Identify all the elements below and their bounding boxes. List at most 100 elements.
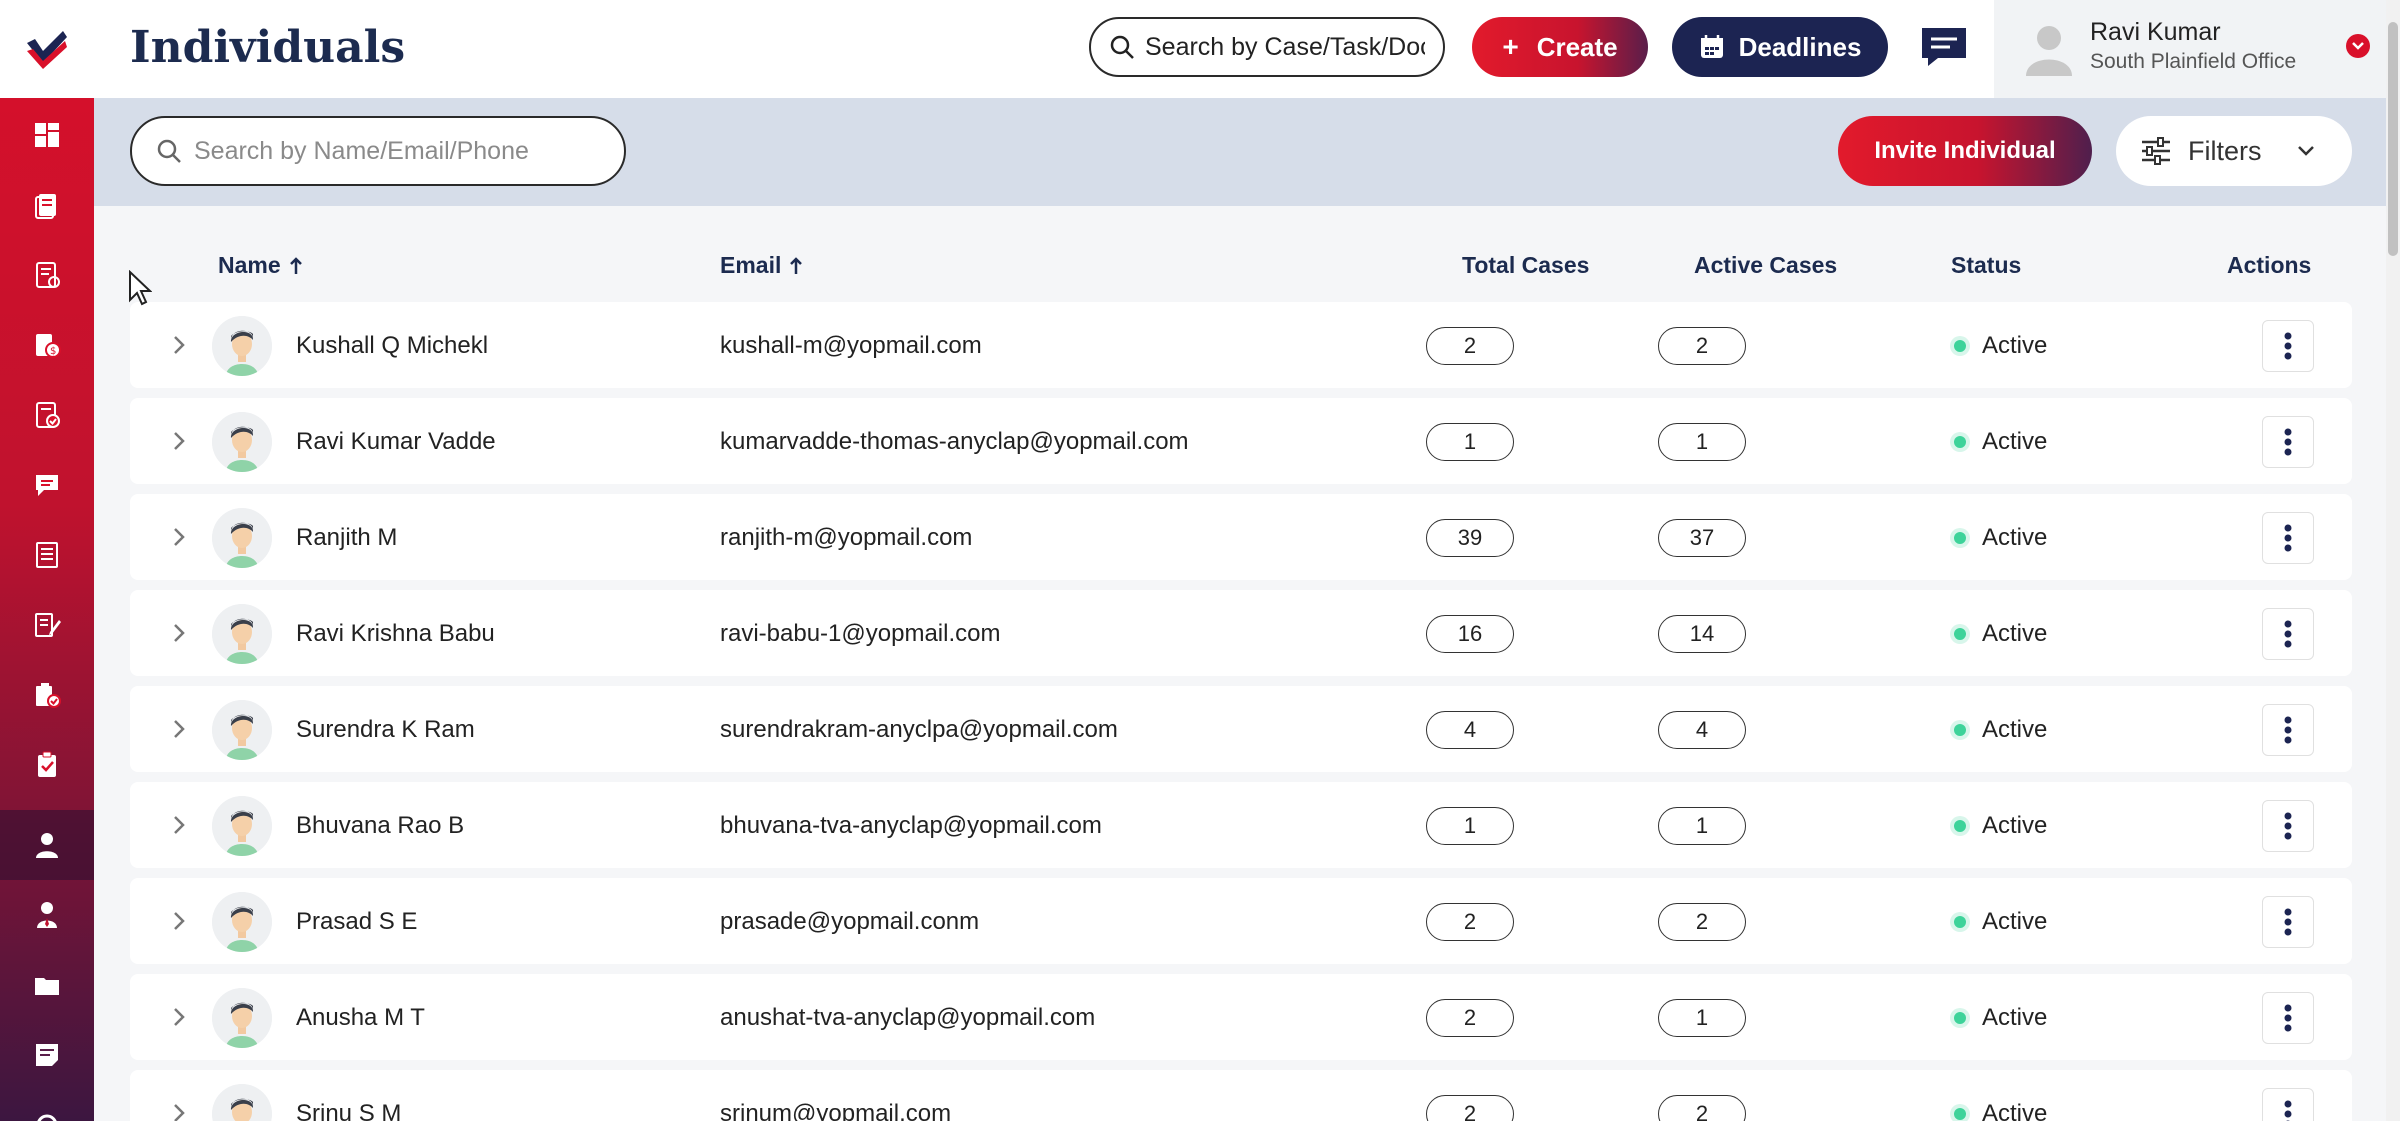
table-row[interactable]: Ravi Kumar Vadde kumarvadde-thomas-anycl… xyxy=(130,398,2352,484)
app-logo[interactable] xyxy=(0,0,94,98)
row-actions-button[interactable] xyxy=(2262,608,2314,660)
invite-individual-button[interactable]: Invite Individual xyxy=(1838,116,2092,186)
table-row[interactable]: Ranjith M ranjith-m@yopmail.com 39 37 Ac… xyxy=(130,494,2352,580)
column-header-name[interactable]: Name xyxy=(218,252,303,279)
sidebar-item-messages[interactable] xyxy=(0,450,94,520)
folder-icon xyxy=(35,978,59,995)
sidebar-item-tasks[interactable] xyxy=(0,730,94,800)
row-actions-button[interactable] xyxy=(2262,416,2314,468)
create-button[interactable]: + Create xyxy=(1472,17,1648,77)
chevron-right-icon[interactable] xyxy=(166,428,192,454)
ledger-icon xyxy=(36,542,58,568)
active-cases-badge: 14 xyxy=(1658,615,1746,653)
status-dot-icon xyxy=(1954,436,1966,448)
kebab-menu-icon xyxy=(2284,524,2292,552)
sidebar-item-ledger[interactable] xyxy=(0,520,94,590)
table-row[interactable]: Prasad S E prasade@yopmail.conm 2 2 Acti… xyxy=(130,878,2352,964)
status-dot-icon xyxy=(1954,916,1966,928)
status-label: Active xyxy=(1982,908,2048,935)
table-row[interactable]: Srinu S M srinum@yopmail.com 2 2 Active xyxy=(130,1070,2352,1121)
create-label: Create xyxy=(1536,31,1618,62)
sidebar-item-more[interactable] xyxy=(0,1090,94,1121)
table-row[interactable]: Surendra K Ram surendrakram-anyclpa@yopm… xyxy=(130,686,2352,772)
tasks-icon xyxy=(38,751,56,777)
chevron-right-icon[interactable] xyxy=(166,524,192,550)
chevron-right-icon[interactable] xyxy=(166,1004,192,1030)
status-label: Active xyxy=(1982,332,2048,359)
individual-name[interactable]: Bhuvana Rao B xyxy=(296,812,464,840)
status-dot-icon xyxy=(1954,628,1966,640)
sidebar-item-contacts[interactable] xyxy=(0,880,94,950)
chat-icon xyxy=(1922,28,1966,66)
filters-button[interactable]: Filters xyxy=(2116,116,2352,186)
status-label: Active xyxy=(1982,1100,2048,1121)
sidebar-item-dashboard[interactable] xyxy=(0,100,94,170)
sidebar-item-forms[interactable] xyxy=(0,590,94,660)
table-row[interactable]: Ravi Krishna Babu ravi-babu-1@yopmail.co… xyxy=(130,590,2352,676)
row-actions-button[interactable] xyxy=(2262,896,2314,948)
chevron-right-icon[interactable] xyxy=(166,908,192,934)
sidebar-item-individuals[interactable] xyxy=(0,810,94,880)
status-label: Active xyxy=(1982,620,2048,647)
row-actions-button[interactable] xyxy=(2262,800,2314,852)
person-avatar-icon xyxy=(212,988,272,1048)
individual-name[interactable]: Ranjith M xyxy=(296,524,397,552)
kebab-menu-icon xyxy=(2284,428,2292,456)
scrollbar-thumb[interactable] xyxy=(2388,22,2398,256)
individual-name[interactable]: Prasad S E xyxy=(296,908,417,936)
row-actions-button[interactable] xyxy=(2262,320,2314,372)
active-cases-badge: 4 xyxy=(1658,711,1746,749)
person-avatar-icon xyxy=(212,700,272,760)
table-row[interactable]: Kushall Q Michekl kushall-m@yopmail.com … xyxy=(130,302,2352,388)
deadlines-button[interactable]: Deadlines xyxy=(1672,17,1888,77)
user-menu[interactable]: Ravi Kumar South Plainfield Office xyxy=(1994,0,2390,98)
chevron-right-icon[interactable] xyxy=(166,332,192,358)
sidebar-item-approval[interactable] xyxy=(0,380,94,450)
individual-name[interactable]: Ravi Kumar Vadde xyxy=(296,428,496,456)
individual-name[interactable]: Kushall Q Michekl xyxy=(296,332,488,360)
table-row[interactable]: Bhuvana Rao B bhuvana-tva-anyclap@yopmai… xyxy=(130,782,2352,868)
chat-button[interactable] xyxy=(1914,22,1974,72)
individual-email: surendrakram-anyclpa@yopmail.com xyxy=(720,716,1118,743)
case-docs-icon xyxy=(36,683,61,708)
chevron-right-icon[interactable] xyxy=(166,620,192,646)
row-actions-button[interactable] xyxy=(2262,704,2314,756)
active-cases-badge: 1 xyxy=(1658,423,1746,461)
notes-icon xyxy=(36,1044,58,1066)
row-actions-button[interactable] xyxy=(2262,512,2314,564)
individual-name[interactable]: Anusha M T xyxy=(296,1004,425,1032)
active-cases-badge: 2 xyxy=(1658,903,1746,941)
chevron-right-icon[interactable] xyxy=(166,1100,192,1121)
dashboard-icon xyxy=(35,123,59,147)
row-actions-button[interactable] xyxy=(2262,1088,2314,1121)
person-avatar-icon xyxy=(212,892,272,952)
column-header-status: Status xyxy=(1951,252,2022,278)
sidebar-item-notes[interactable] xyxy=(0,1020,94,1090)
chevron-right-icon[interactable] xyxy=(166,716,192,742)
chevron-down-icon[interactable] xyxy=(2346,34,2370,58)
sidebar-item-documents[interactable] xyxy=(0,170,94,240)
sidebar-item-checklist[interactable] xyxy=(0,240,94,310)
sidebar: $ xyxy=(0,0,94,1121)
total-cases-badge: 16 xyxy=(1426,615,1514,653)
sidebar-item-case-docs[interactable] xyxy=(0,660,94,730)
forms-icon xyxy=(35,613,61,637)
plus-icon: + xyxy=(1502,31,1519,62)
individual-name[interactable]: Srinu S M xyxy=(296,1100,401,1121)
status-label: Active xyxy=(1982,524,2048,551)
active-cases-badge: 37 xyxy=(1658,519,1746,557)
table-row[interactable]: Anusha M T anushat-tva-anyclap@yopmail.c… xyxy=(130,974,2352,1060)
individual-search-input[interactable] xyxy=(194,136,594,166)
chevron-down-icon xyxy=(2297,146,2314,156)
individual-name[interactable]: Surendra K Ram xyxy=(296,716,475,744)
row-actions-button[interactable] xyxy=(2262,992,2314,1044)
global-search-input[interactable] xyxy=(1145,32,1425,62)
column-header-email[interactable]: Email xyxy=(720,252,803,279)
sidebar-item-billing[interactable]: $ xyxy=(0,310,94,380)
individual-search[interactable] xyxy=(130,116,626,186)
sidebar-item-folder[interactable] xyxy=(0,950,94,1020)
global-search[interactable] xyxy=(1089,17,1445,77)
individual-name[interactable]: Ravi Krishna Babu xyxy=(296,620,495,648)
individual-email: bhuvana-tva-anyclap@yopmail.com xyxy=(720,812,1102,839)
chevron-right-icon[interactable] xyxy=(166,812,192,838)
